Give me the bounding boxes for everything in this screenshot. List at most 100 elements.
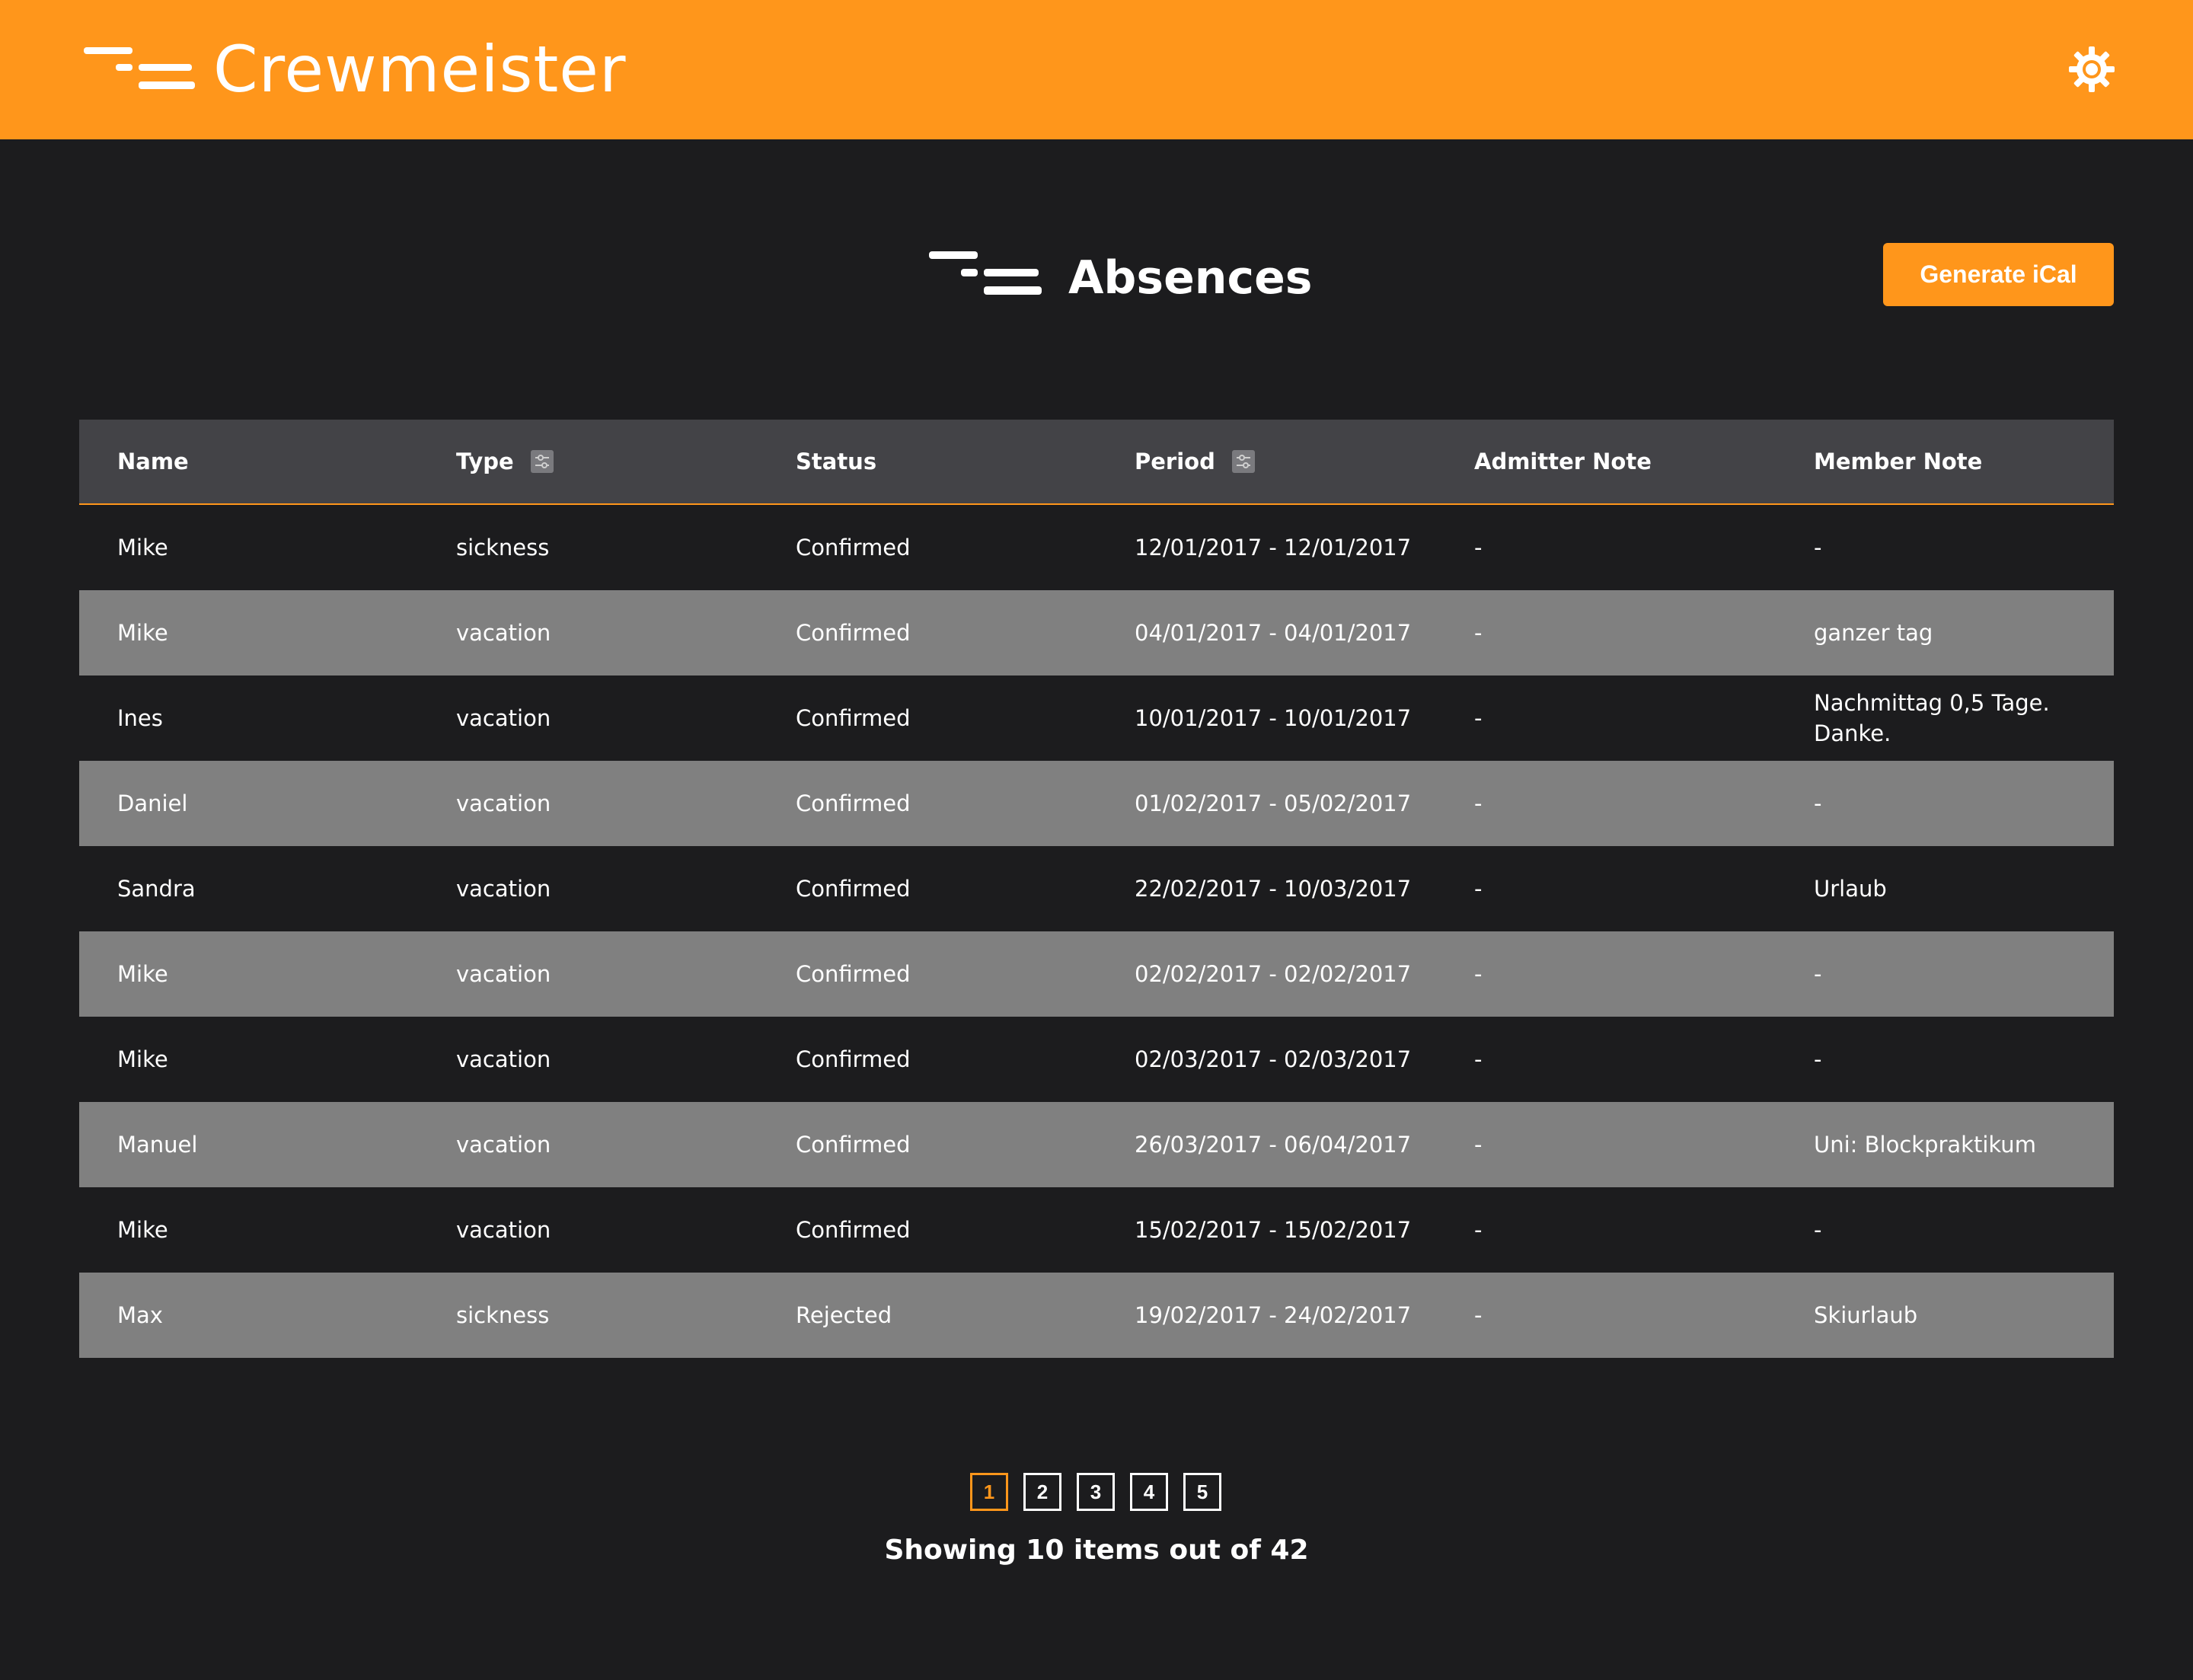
cell-type: sickness bbox=[456, 535, 550, 561]
page-button-3[interactable]: 3 bbox=[1077, 1473, 1115, 1511]
filter-icon[interactable] bbox=[1231, 450, 1255, 473]
table-row[interactable]: Daniel vacation Confirmed 01/02/2017 - 0… bbox=[79, 761, 2114, 846]
cell-period: 01/02/2017 - 05/02/2017 bbox=[1135, 790, 1412, 816]
cell-name: Sandra bbox=[117, 876, 196, 902]
table-header: Name Type Status Period Admitter Note Me… bbox=[79, 420, 2114, 505]
cell-member-note: Skiurlaub bbox=[1814, 1302, 1918, 1328]
cell-admitter-note: - bbox=[1474, 1302, 1483, 1328]
cell-name: Mike bbox=[117, 961, 168, 987]
cell-admitter-note: - bbox=[1474, 705, 1483, 731]
cell-member-note: - bbox=[1814, 1046, 1822, 1072]
generate-ical-button[interactable]: Generate iCal bbox=[1883, 243, 2114, 306]
column-label: Status bbox=[796, 449, 877, 474]
column-label: Period bbox=[1135, 449, 1215, 474]
gear-icon[interactable] bbox=[2067, 44, 2117, 94]
cell-period: 12/01/2017 - 12/01/2017 bbox=[1135, 535, 1412, 561]
cell-member-note: Uni: Blockpraktikum bbox=[1814, 1132, 2036, 1158]
cell-name: Mike bbox=[117, 1217, 168, 1243]
cell-member-note: - bbox=[1814, 790, 1822, 816]
page-button-2[interactable]: 2 bbox=[1023, 1473, 1061, 1511]
column-header-type: Type bbox=[418, 449, 758, 474]
cell-period: 22/02/2017 - 10/03/2017 bbox=[1135, 876, 1412, 902]
cell-type: vacation bbox=[456, 1217, 551, 1243]
cell-name: Manuel bbox=[117, 1132, 198, 1158]
cell-status: Confirmed bbox=[796, 876, 911, 902]
cell-admitter-note: - bbox=[1474, 876, 1483, 902]
column-label: Type bbox=[456, 449, 514, 474]
table-row[interactable]: Manuel vacation Confirmed 26/03/2017 - 0… bbox=[79, 1102, 2114, 1187]
cell-type: vacation bbox=[456, 1046, 551, 1072]
table-row[interactable]: Max sickness Rejected 19/02/2017 - 24/02… bbox=[79, 1273, 2114, 1358]
table-row[interactable]: Mike vacation Confirmed 04/01/2017 - 04/… bbox=[79, 590, 2114, 676]
cell-member-note: - bbox=[1814, 1217, 1822, 1243]
table-row[interactable]: Mike sickness Confirmed 12/01/2017 - 12/… bbox=[79, 505, 2114, 590]
cell-admitter-note: - bbox=[1474, 535, 1483, 561]
cell-status: Confirmed bbox=[796, 961, 911, 987]
filter-icon[interactable] bbox=[530, 450, 554, 473]
cell-status: Confirmed bbox=[796, 1046, 911, 1072]
table-row[interactable]: Mike vacation Confirmed 02/02/2017 - 02/… bbox=[79, 931, 2114, 1017]
page-title: Absences bbox=[1068, 251, 1313, 305]
settings-button[interactable] bbox=[2067, 44, 2117, 94]
cell-member-note: Urlaub bbox=[1814, 876, 1887, 902]
cell-name: Daniel bbox=[117, 790, 188, 816]
cell-period: 10/01/2017 - 10/01/2017 bbox=[1135, 705, 1412, 731]
cell-member-note: ganzer tag bbox=[1814, 620, 1933, 646]
pagination: 1 2 3 4 5 bbox=[970, 1473, 1221, 1511]
column-header-status: Status bbox=[758, 449, 1096, 474]
cell-member-note: - bbox=[1814, 961, 1822, 987]
cell-period: 15/02/2017 - 15/02/2017 bbox=[1135, 1217, 1412, 1243]
cell-type: vacation bbox=[456, 620, 551, 646]
page-button-1[interactable]: 1 bbox=[970, 1473, 1008, 1511]
cell-member-note: - bbox=[1814, 535, 1822, 561]
page-button-5[interactable]: 5 bbox=[1183, 1473, 1221, 1511]
crewmeister-logo-icon bbox=[929, 251, 1042, 295]
cell-admitter-note: - bbox=[1474, 1046, 1483, 1072]
cell-name: Max bbox=[117, 1302, 163, 1328]
cell-period: 04/01/2017 - 04/01/2017 bbox=[1135, 620, 1412, 646]
cell-status: Confirmed bbox=[796, 1132, 911, 1158]
cell-admitter-note: - bbox=[1474, 620, 1483, 646]
absences-table: Name Type Status Period Admitter Note Me… bbox=[79, 420, 2114, 1358]
cell-status: Confirmed bbox=[796, 620, 911, 646]
cell-admitter-note: - bbox=[1474, 1132, 1483, 1158]
table-row[interactable]: Ines vacation Confirmed 10/01/2017 - 10/… bbox=[79, 676, 2114, 761]
column-label: Admitter Note bbox=[1474, 449, 1652, 474]
cell-status: Confirmed bbox=[796, 535, 911, 561]
cell-admitter-note: - bbox=[1474, 961, 1483, 987]
cell-period: 19/02/2017 - 24/02/2017 bbox=[1135, 1302, 1412, 1328]
column-header-member-note: Member Note bbox=[1776, 449, 2114, 474]
column-label: Name bbox=[117, 449, 189, 474]
cell-status: Rejected bbox=[796, 1302, 892, 1328]
cell-admitter-note: - bbox=[1474, 1217, 1483, 1243]
cell-name: Mike bbox=[117, 620, 168, 646]
brand-name[interactable]: Crewmeister bbox=[213, 27, 626, 111]
table-row[interactable]: Mike vacation Confirmed 15/02/2017 - 15/… bbox=[79, 1187, 2114, 1273]
cell-name: Mike bbox=[117, 535, 168, 561]
cell-period: 02/03/2017 - 02/03/2017 bbox=[1135, 1046, 1412, 1072]
cell-period: 02/02/2017 - 02/02/2017 bbox=[1135, 961, 1412, 987]
cell-name: Ines bbox=[117, 705, 163, 731]
column-header-period: Period bbox=[1096, 449, 1436, 474]
cell-status: Confirmed bbox=[796, 705, 911, 731]
table-row[interactable]: Sandra vacation Confirmed 22/02/2017 - 1… bbox=[79, 846, 2114, 931]
column-header-admitter-note: Admitter Note bbox=[1436, 449, 1776, 474]
cell-member-note: Nachmittag 0,5 Tage. Danke. bbox=[1814, 690, 2050, 746]
top-bar: Crewmeister bbox=[0, 0, 2193, 139]
crewmeister-logo-icon bbox=[84, 47, 195, 89]
cell-status: Confirmed bbox=[796, 790, 911, 816]
cell-type: sickness bbox=[456, 1302, 550, 1328]
column-label: Member Note bbox=[1814, 449, 1983, 474]
cell-admitter-note: - bbox=[1474, 790, 1483, 816]
page-button-4[interactable]: 4 bbox=[1130, 1473, 1168, 1511]
cell-type: vacation bbox=[456, 1132, 551, 1158]
column-header-name: Name bbox=[79, 449, 418, 474]
table-row[interactable]: Mike vacation Confirmed 02/03/2017 - 02/… bbox=[79, 1017, 2114, 1102]
items-summary: Showing 10 items out of 42 bbox=[884, 1535, 1309, 1566]
cell-period: 26/03/2017 - 06/04/2017 bbox=[1135, 1132, 1412, 1158]
cell-type: vacation bbox=[456, 790, 551, 816]
cell-status: Confirmed bbox=[796, 1217, 911, 1243]
cell-name: Mike bbox=[117, 1046, 168, 1072]
cell-type: vacation bbox=[456, 961, 551, 987]
cell-type: vacation bbox=[456, 705, 551, 731]
